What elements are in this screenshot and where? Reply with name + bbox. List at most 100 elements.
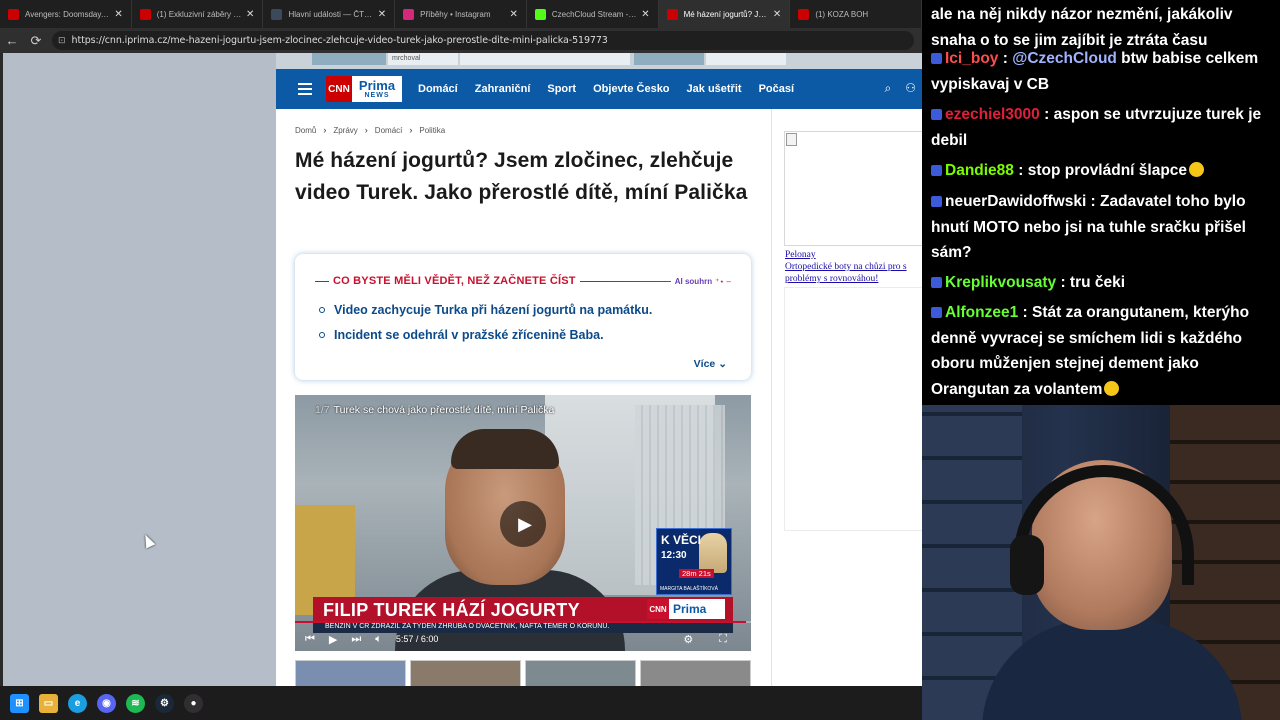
- close-tab-icon[interactable]: ✕: [509, 9, 517, 20]
- settings-icon[interactable]: ⚙: [683, 633, 693, 646]
- ad-thumbnail[interactable]: mrchoval: [388, 53, 458, 65]
- nav-item-objevte-cesko[interactable]: Objevte Česko: [593, 83, 669, 95]
- search-icon[interactable]: ⌕: [885, 81, 892, 96]
- cnn-logo-text: CNN: [326, 76, 352, 102]
- ai-summary-list: Video zachycuje Turka při házení jogurtů…: [319, 303, 652, 353]
- nav-items: Domácí Zahraniční Sport Objevte Česko Ja…: [418, 83, 794, 95]
- nav-item-sport[interactable]: Sport: [547, 83, 576, 95]
- site-info-icon[interactable]: ⊡: [58, 35, 66, 46]
- ai-summary-header: CO BYSTE MĚLI VĚDĚT, NEŽ ZAČNETE ČÍST AI…: [315, 275, 731, 287]
- broken-image-icon: [786, 133, 797, 146]
- chevron-down-icon: ⌄: [718, 358, 727, 370]
- kveci-promo-overlay: K VĚCI 12:30 28m 21s MARGITA BALAŠTÍKOVÁ: [656, 528, 732, 595]
- fullscreen-icon[interactable]: ⛶: [719, 633, 727, 646]
- nav-item-jak-usetrit[interactable]: Jak ušetřit: [687, 83, 742, 95]
- chat-username[interactable]: Kreplikvousaty: [945, 274, 1056, 291]
- cnn-prima-news-logo[interactable]: CNN Prima NEWS: [326, 76, 402, 102]
- tab-title: (1) KOZA BOH: [815, 9, 869, 19]
- user-badge-icon: [931, 109, 942, 120]
- breadcrumb-item[interactable]: Domácí: [375, 126, 403, 135]
- spotify-icon[interactable]: ≋: [126, 693, 145, 713]
- browser-tab[interactable]: Hlavní události — ČT24 — Č ✕: [263, 0, 396, 28]
- chat-username[interactable]: Ici_boy: [945, 50, 998, 67]
- close-tab-icon[interactable]: ✕: [641, 9, 649, 20]
- volume-icon[interactable]: 🔈︎: [375, 633, 382, 646]
- video-player[interactable]: 1/7 Turek se chová jako přerostlé dítě, m…: [295, 395, 751, 651]
- ai-summary-heading: CO BYSTE MĚLI VĚDĚT, NEŽ ZAČNETE ČÍST: [333, 275, 576, 287]
- breadcrumb-item[interactable]: Domů: [295, 126, 316, 135]
- user-badge-icon: [931, 307, 942, 318]
- chat-mention-wrap: @CzechCloud: [1008, 50, 1117, 67]
- ad-thumbnail[interactable]: [634, 53, 704, 65]
- browser-tab[interactable]: CzechCloud Stream - Watch✕: [527, 0, 659, 28]
- chat-message: neuerDawidoffwski : Zadavatel toho bylo …: [931, 189, 1271, 266]
- chat-username[interactable]: neuerDawidoffwski: [945, 193, 1086, 210]
- browser-tab[interactable]: Mé házení jogurtů? Jsem zloč ✕: [658, 0, 791, 28]
- summary-point: Incident se odehrál v pražské zřícenině …: [334, 328, 604, 342]
- chat-mention[interactable]: @CzechCloud: [1012, 50, 1117, 67]
- chat-username[interactable]: Dandie88: [945, 162, 1014, 179]
- play-button-icon[interactable]: ▶: [500, 501, 546, 547]
- video-progress-bar[interactable]: [295, 621, 751, 623]
- breadcrumb-item[interactable]: Politika: [419, 126, 445, 135]
- play-icon[interactable]: ▶: [329, 633, 337, 646]
- file-explorer-icon[interactable]: ▭: [39, 693, 58, 713]
- video-thumbnail[interactable]: [295, 660, 406, 686]
- ad-link-brand: Pelonay: [785, 250, 816, 260]
- list-item: Video zachycuje Turka při házení jogurtů…: [319, 303, 652, 317]
- steam-icon[interactable]: ⚙: [155, 693, 174, 713]
- chat-username[interactable]: Alfonzee1: [945, 304, 1018, 321]
- close-tab-icon[interactable]: ✕: [773, 9, 781, 20]
- video-counter: 1/7: [315, 404, 330, 416]
- ad-thumbnail[interactable]: [706, 53, 786, 65]
- windows-start-icon[interactable]: ⊞: [10, 693, 29, 713]
- chat-username[interactable]: ezechiel3000: [945, 106, 1040, 123]
- browser-tab[interactable]: Příběhy • Instagram ✕: [395, 0, 527, 28]
- close-tab-icon[interactable]: ✕: [114, 9, 122, 20]
- edge-icon[interactable]: e: [68, 693, 87, 713]
- lower-third-banner: FILIP TUREK HÁZÍ JOGURTY CNN Prima: [313, 597, 733, 621]
- ad-thumbnail[interactable]: [460, 53, 630, 65]
- windows-taskbar: ⊞ ▭ e ◉ ≋ ⚙ ●: [0, 686, 922, 720]
- more-button[interactable]: Více ⌄: [694, 358, 727, 370]
- browser-tab[interactable]: (1) KOZA BOH: [790, 0, 922, 28]
- menu-icon[interactable]: [298, 83, 312, 95]
- next-icon[interactable]: ⏭: [351, 633, 361, 646]
- browser-tab[interactable]: Avengers: Doomsday, nový X ✕: [0, 0, 132, 28]
- nav-item-zahranicni[interactable]: Zahraniční: [475, 83, 531, 95]
- chat-separator: :: [1086, 193, 1096, 210]
- browser-tab[interactable]: (1) Exkluzivní záběry na práci✕: [132, 0, 264, 28]
- previous-icon[interactable]: ⏮: [305, 633, 315, 646]
- close-tab-icon[interactable]: ✕: [246, 9, 254, 20]
- discord-icon[interactable]: ◉: [97, 693, 116, 713]
- prima-logo-text: Prima: [673, 602, 707, 616]
- ad-thumbnail[interactable]: [312, 53, 386, 65]
- ad-link-text: problémy s rovnováhou!: [785, 274, 879, 284]
- video-title-text: Turek se chová jako přerostlé dítě, míní…: [333, 404, 555, 416]
- video-thumbnail[interactable]: [525, 660, 636, 686]
- user-icon[interactable]: ⚇: [905, 81, 916, 96]
- reload-icon[interactable]: ⟳: [24, 29, 48, 53]
- tab-title: Mé házení jogurtů? Jsem zloč: [683, 9, 769, 19]
- divider: [315, 280, 329, 282]
- browser-tab-bar: Avengers: Doomsday, nový X✕(1) Exkluzivn…: [0, 0, 922, 28]
- video-thumbnail[interactable]: [410, 660, 521, 686]
- nav-item-domaci[interactable]: Domácí: [418, 83, 458, 95]
- breadcrumb-item[interactable]: Zprávy: [333, 126, 357, 135]
- video-thumbnail[interactable]: [640, 660, 751, 686]
- ai-summary-label: AI souhrn: [674, 276, 713, 286]
- address-bar[interactable]: ⊡ https://cnn.iprima.cz/me-hazeni-jogurt…: [52, 31, 914, 50]
- tab-title: (1) Exkluzivní záběry na práci: [156, 9, 243, 19]
- close-tab-icon[interactable]: ✕: [378, 9, 386, 20]
- user-badge-icon: [931, 277, 942, 288]
- video-thumbnails: [295, 660, 755, 686]
- obs-icon[interactable]: ●: [184, 693, 203, 713]
- ad-link[interactable]: Pelonay Ortopedické boty na chůzi pro s …: [785, 249, 922, 285]
- bullet-icon: [319, 307, 325, 313]
- prima-logo: Prima NEWS: [352, 76, 402, 102]
- video-controls-right: ⚙ ⛶: [683, 633, 741, 646]
- back-icon[interactable]: ←: [0, 29, 24, 53]
- nav-item-pocasi[interactable]: Počasí: [759, 83, 794, 95]
- ad-image-placeholder[interactable]: [784, 131, 922, 246]
- sidebar-ads: Pelonay Ortopedické boty na chůzi pro s …: [771, 109, 922, 686]
